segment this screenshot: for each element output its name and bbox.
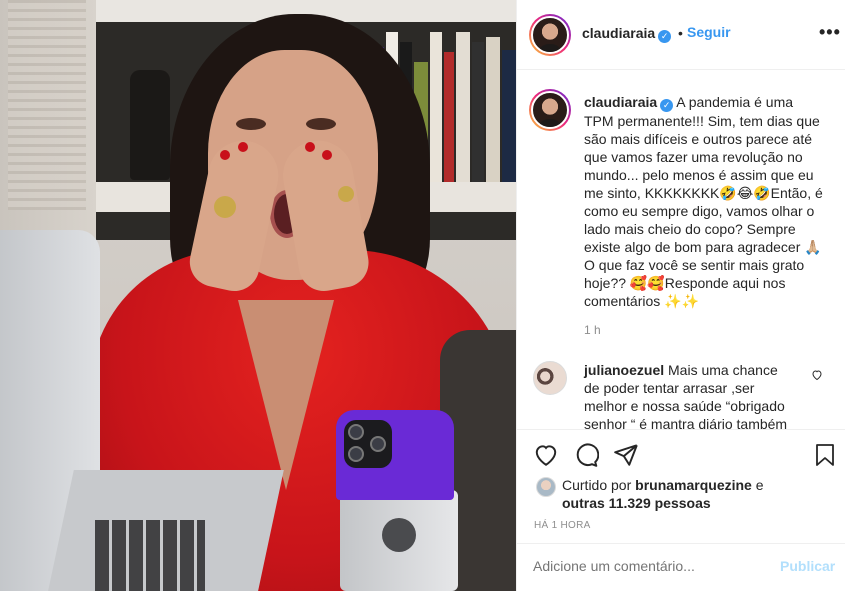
keyboard [95, 520, 205, 591]
share-icon[interactable] [613, 442, 639, 468]
bookmark-icon[interactable] [813, 442, 837, 468]
follow-button[interactable]: Seguir [687, 24, 731, 40]
caption-avatar[interactable] [529, 89, 571, 131]
liker-username[interactable]: brunamarquezine [635, 477, 752, 493]
award-statuette [130, 70, 170, 180]
post-side-panel: claudiaraia ✓ • Seguir ••• claudiaraia ✓ A… [516, 0, 845, 591]
verified-icon: ✓ [660, 99, 674, 112]
comment-username[interactable]: julianoezuel [584, 362, 664, 378]
post-header: claudiaraia ✓ • Seguir ••• [517, 0, 845, 70]
comment-item: julianoezuel Mais uma chance de poder te… [584, 361, 794, 429]
comment-input[interactable] [533, 558, 773, 574]
comment-like-icon[interactable] [811, 369, 823, 381]
earring [338, 186, 354, 202]
post-photo[interactable] [0, 0, 516, 591]
follow-separator: • [678, 25, 683, 41]
author-avatar[interactable] [529, 14, 571, 56]
post-timestamp[interactable]: HÁ 1 HORA [534, 520, 591, 531]
window-blind [8, 0, 86, 210]
ring [214, 196, 236, 218]
action-bar: Curtido por brunamarquezine e outras 11.… [517, 429, 845, 591]
commenter-avatar[interactable] [533, 361, 567, 395]
neckline [238, 300, 334, 490]
likes-summary[interactable]: Curtido por brunamarquezine e outras 11.… [562, 476, 832, 512]
add-comment-bar: Publicar [517, 543, 845, 591]
likes-count[interactable]: outras 11.329 pessoas [562, 495, 711, 511]
liker-avatar[interactable] [536, 477, 556, 497]
comments-scroll[interactable]: claudiaraia ✓ A pandemia é uma TPM perman… [517, 71, 845, 429]
verified-icon: ✓ [658, 30, 672, 43]
caption: claudiaraia ✓ A pandemia é uma TPM perman… [584, 93, 824, 310]
left-eye [236, 118, 266, 130]
publish-button[interactable]: Publicar [780, 558, 835, 574]
author-username[interactable]: claudiaraia ✓ [582, 25, 672, 43]
caption-text: A pandemia é uma TPM permanente!!! Sim, … [584, 94, 823, 309]
right-eye [306, 118, 336, 130]
more-icon[interactable]: ••• [819, 22, 841, 43]
caption-time[interactable]: 1 h [584, 323, 601, 337]
comment-icon[interactable] [573, 442, 599, 468]
heart-icon[interactable] [533, 442, 559, 468]
caption-username[interactable]: claudiaraia [584, 94, 657, 110]
